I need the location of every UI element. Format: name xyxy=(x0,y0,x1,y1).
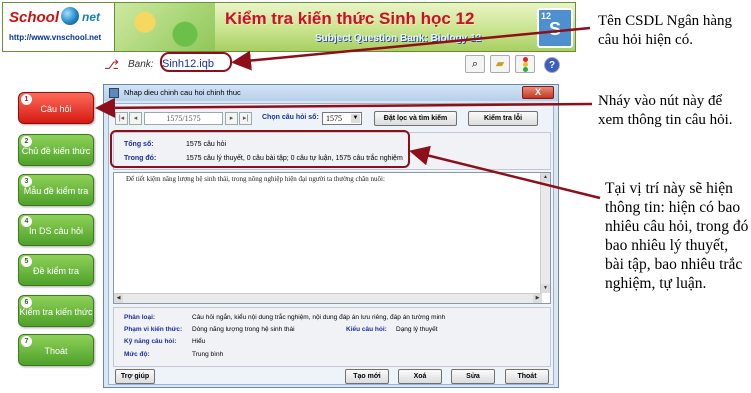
logo-school-text: School xyxy=(9,9,60,26)
school-logo[interactable]: School net http://www.vnschool.net xyxy=(3,3,115,51)
bank-icon: ⎇ xyxy=(104,57,119,72)
edit-button[interactable]: Sửa xyxy=(451,369,495,384)
type-value: Câu hỏi ngắn, kiểu nội dung trắc nghiệm,… xyxy=(192,314,446,321)
record-counter[interactable]: 1575/1575 xyxy=(144,112,223,125)
menu-number: 1 xyxy=(21,94,32,105)
question-type-value: Dạng lý thuyết xyxy=(396,326,438,333)
vertical-scrollbar[interactable]: ▲ ▼ xyxy=(540,173,550,293)
window-icon xyxy=(109,88,119,98)
scroll-right-icon[interactable]: ▶ xyxy=(533,294,542,303)
menu-number: 7 xyxy=(21,336,32,347)
globe-icon xyxy=(61,7,79,25)
menu-label: Thoát xyxy=(44,346,68,356)
dialog-title: Nhap dieu chinh cau hoi chinh thuc xyxy=(124,88,241,97)
type-label: Phân loại: xyxy=(124,314,156,321)
level-label: Mức độ: xyxy=(124,351,150,358)
summary-highlight xyxy=(110,130,410,168)
question-type-label: Kiểu câu hỏi: xyxy=(346,326,387,333)
exit-button[interactable]: Thoát xyxy=(505,369,549,384)
chevron-down-icon[interactable]: ▼ xyxy=(351,114,360,123)
first-record-button[interactable]: |◂ xyxy=(115,112,128,125)
menu-item-knowledge-test[interactable]: 6 Kiểm tra kiến thức xyxy=(18,295,94,327)
filter-search-button[interactable]: Đặt lọc và tìm kiếm xyxy=(374,111,457,126)
menu-label: Câu hỏi xyxy=(40,104,72,114)
menu-number: 3 xyxy=(21,176,32,187)
menu-number: 4 xyxy=(21,216,32,227)
classification-panel: Phân loại: Câu hỏi ngắn, kiểu nội dung t… xyxy=(113,307,551,367)
search-icon[interactable]: ⌕ xyxy=(465,55,485,73)
help-button[interactable]: Trợ giúp xyxy=(115,369,155,384)
menu-item-exit[interactable]: 7 Thoát xyxy=(18,334,94,366)
menu-item-test-templates[interactable]: 3 Mẫu đề kiểm tra xyxy=(18,174,94,206)
scroll-left-icon[interactable]: ◀ xyxy=(114,294,123,303)
traffic-light-icon[interactable] xyxy=(515,55,535,73)
scope-label: Phạm vi kiến thức: xyxy=(124,326,183,333)
prev-record-button[interactable]: ◂ xyxy=(129,112,142,125)
menu-number: 6 xyxy=(21,297,32,308)
menu-item-questions[interactable]: 1 Câu hỏi xyxy=(18,92,94,124)
question-text: Để tiết kiệm năng lượng hệ sinh thái, tr… xyxy=(126,175,385,183)
menu-label: In DS câu hỏi xyxy=(28,226,84,236)
banner-subtitle: Subject Question Bank: Biology 12 xyxy=(315,33,482,44)
banner-title: Kiểm tra kiến thức Sinh học 12 xyxy=(225,9,475,28)
callout-question-button: Nháy vào nút này để xem thông tin câu hỏ… xyxy=(598,93,733,128)
delete-button[interactable]: Xoá xyxy=(398,369,442,384)
menu-label: Chủ đề kiến thức xyxy=(21,146,91,156)
badge-number: 12 xyxy=(541,11,552,21)
subject-badge: 12 S xyxy=(537,8,573,48)
choose-question-label: Chọn câu hỏi số: xyxy=(262,114,319,121)
menu-item-tests[interactable]: 5 Đề kiểm tra xyxy=(18,254,94,286)
last-record-button[interactable]: ▸| xyxy=(239,112,252,125)
biology-illustration xyxy=(115,3,215,51)
menu-label: Mẫu đề kiểm tra xyxy=(23,186,89,196)
horizontal-scrollbar[interactable]: ◀ ▶ xyxy=(114,293,542,303)
next-record-button[interactable]: ▸ xyxy=(225,112,238,125)
logo-net-text: net xyxy=(82,10,100,24)
callout-bank-name: Tên CSDL Ngân hàng câu hỏi hiện có. xyxy=(598,13,733,48)
new-button[interactable]: Tạo mới xyxy=(345,369,389,384)
scroll-up-icon[interactable]: ▲ xyxy=(541,173,550,182)
logo-url[interactable]: http://www.vnschool.net xyxy=(9,33,101,42)
help-icon[interactable]: ? xyxy=(544,57,560,73)
menu-item-topics[interactable]: 2 Chủ đề kiến thức xyxy=(18,134,94,166)
bank-highlight xyxy=(160,52,232,72)
callout-summary-info: Tại vị trí này sẽ hiện thông tin: hiện c… xyxy=(605,180,749,292)
skill-label: Kỹ năng câu hỏi: xyxy=(124,338,177,345)
app-banner: School net http://www.vnschool.net Kiểm … xyxy=(2,2,576,52)
skill-value: Hiểu xyxy=(192,338,206,345)
scroll-down-icon[interactable]: ▼ xyxy=(541,284,550,293)
level-value: Trung bình xyxy=(192,351,224,358)
close-button[interactable]: X xyxy=(522,86,554,99)
menu-number: 2 xyxy=(21,136,32,147)
dialog-titlebar[interactable]: Nhap dieu chinh cau hoi chinh thuc X xyxy=(104,85,558,101)
folder-icon[interactable]: ▰ xyxy=(490,55,510,73)
menu-label: Đề kiểm tra xyxy=(32,266,79,276)
question-number-select[interactable]: 1575 ▼ xyxy=(322,112,362,125)
scope-value: Dòng năng lượng trong hệ sinh thái xyxy=(192,326,295,333)
menu-number: 5 xyxy=(21,256,32,267)
check-errors-button[interactable]: Kiểm tra lỗi xyxy=(468,111,538,126)
bank-label: Bank: xyxy=(128,59,154,70)
menu-item-print-list[interactable]: 4 In DS câu hỏi xyxy=(18,214,94,246)
question-content-editor[interactable]: Để tiết kiệm năng lượng hệ sinh thái, tr… xyxy=(113,172,551,304)
question-number-value: 1575 xyxy=(326,114,342,123)
menu-label: Kiểm tra kiến thức xyxy=(19,307,93,317)
